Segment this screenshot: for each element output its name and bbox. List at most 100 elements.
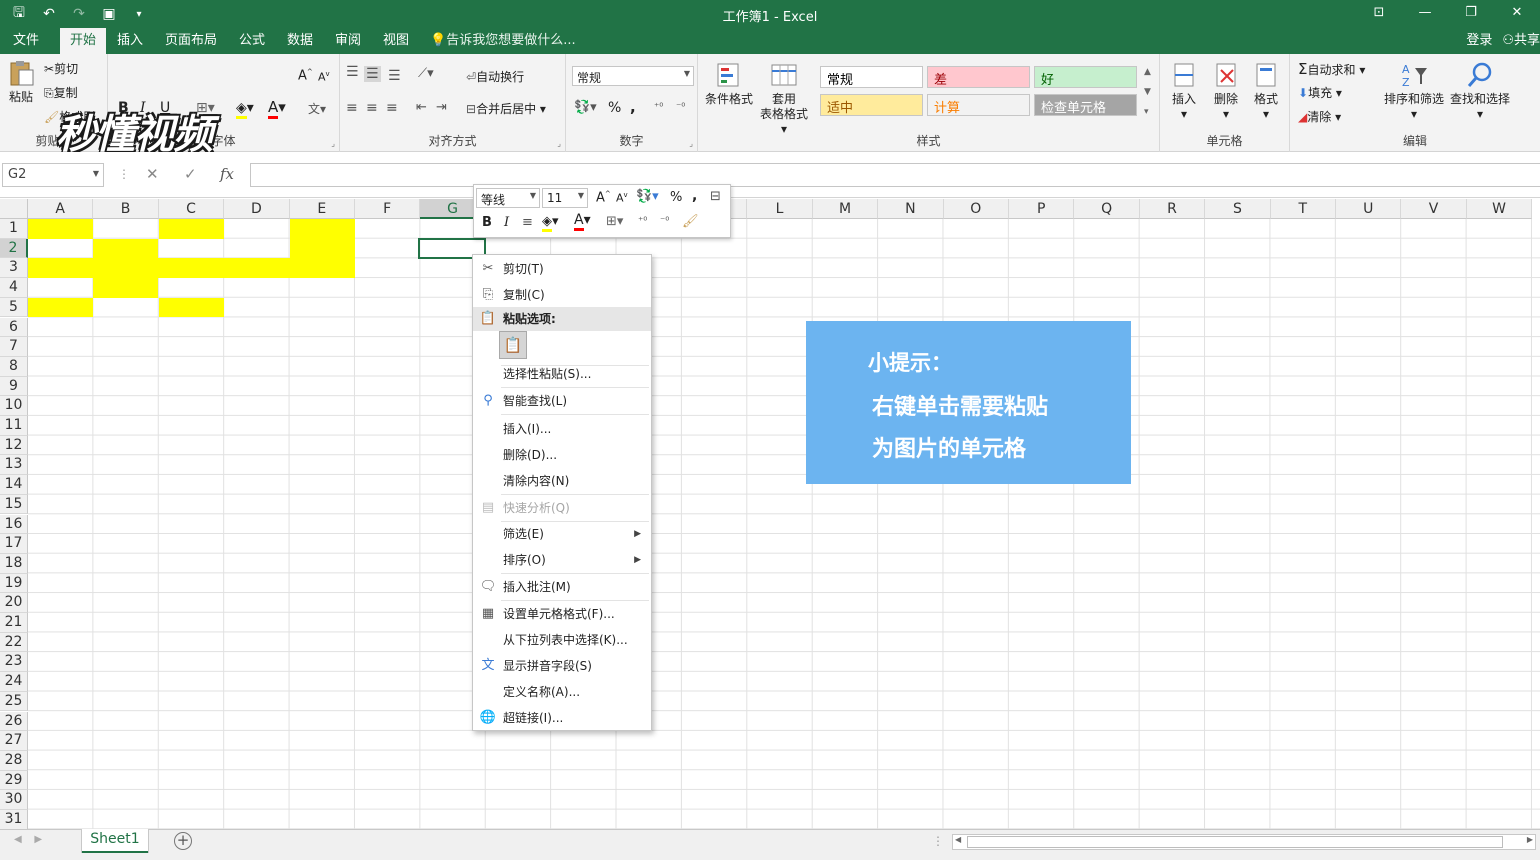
scroll-left-icon[interactable]: ◀	[955, 835, 961, 844]
align-center-icon[interactable]: ≡	[366, 100, 378, 116]
column-header-N[interactable]: N	[878, 199, 944, 219]
tab-view[interactable]: 视图	[376, 28, 416, 54]
copy-button[interactable]: ⎘复制	[44, 84, 78, 101]
scroll-thumb[interactable]	[967, 836, 1503, 848]
conditional-format-button[interactable]: 条件格式	[702, 60, 756, 107]
mini-size-select[interactable]: 11 ▼	[542, 188, 588, 208]
style-calculation[interactable]: 计算	[927, 94, 1030, 116]
ribbon-display-icon[interactable]: ⊡	[1356, 0, 1402, 28]
fill-color-icon[interactable]: ◈▾	[542, 214, 559, 232]
menu-item-hyperlink[interactable]: 🌐 超链接(I)...	[473, 706, 651, 730]
insert-function-icon[interactable]: fx	[220, 165, 234, 183]
launcher-icon[interactable]: ⌟	[331, 139, 335, 148]
menu-item-sort[interactable]: 排序(O) ▶	[473, 548, 651, 572]
number-format-select[interactable]: 常规 ▼	[572, 66, 694, 86]
launcher-icon[interactable]: ⌟	[689, 139, 693, 148]
row-header-31[interactable]: 31	[0, 810, 28, 829]
column-header-A[interactable]: A	[28, 199, 94, 219]
share-button[interactable]: ⚇共享	[1502, 28, 1540, 54]
column-header-D[interactable]: D	[224, 199, 290, 219]
column-header-C[interactable]: C	[158, 199, 225, 219]
find-select-button[interactable]: 查找和选择 ▾	[1448, 60, 1512, 122]
menu-item-define-name[interactable]: 定义名称(A)...	[473, 680, 651, 704]
filled-cell-C5[interactable]	[158, 297, 224, 318]
tab-page-layout[interactable]: 页面布局	[160, 28, 222, 54]
cut-button[interactable]: ✂剪切	[44, 60, 78, 77]
row-header-14[interactable]: 14	[0, 475, 28, 495]
enter-icon[interactable]: ✓	[184, 165, 197, 183]
row-header-5[interactable]: 5	[0, 297, 28, 318]
menu-item-phonetic[interactable]: 文显示拼音字段(S)	[473, 654, 651, 678]
increase-decimal-icon[interactable]: ⁺⁰	[638, 216, 647, 227]
row-header-27[interactable]: 27	[0, 731, 28, 751]
column-header-M[interactable]: M	[812, 199, 879, 219]
percent-button[interactable]: %	[608, 100, 621, 116]
mini-font-select[interactable]: 等线 ▼	[476, 188, 540, 208]
column-header-E[interactable]: E	[289, 199, 355, 219]
row-header-6[interactable]: 6	[0, 317, 28, 338]
tab-formulas[interactable]: 公式	[232, 28, 272, 54]
align-center-icon[interactable]: ≡	[522, 215, 533, 230]
menu-item-smart-lookup[interactable]: ⚲ 智能查找(L)	[473, 389, 651, 413]
clear-button[interactable]: ◢清除 ▾	[1298, 108, 1341, 125]
column-header-L[interactable]: L	[747, 199, 813, 219]
filled-cell-C1[interactable]	[158, 219, 224, 239]
row-header-7[interactable]: 7	[0, 337, 28, 357]
horizontal-scrollbar[interactable]: ◀ ▶	[952, 834, 1536, 850]
formula-input[interactable]	[250, 163, 1540, 187]
row-header-26[interactable]: 26	[0, 711, 28, 732]
row-header-24[interactable]: 24	[0, 672, 28, 692]
row-header-1[interactable]: 1	[0, 219, 28, 239]
row-header-9[interactable]: 9	[0, 376, 28, 397]
cancel-icon[interactable]: ✕	[146, 165, 159, 183]
add-sheet-icon[interactable]: +	[174, 832, 192, 850]
row-header-11[interactable]: 11	[0, 416, 28, 436]
menu-item-pick-from-list[interactable]: 从下拉列表中选择(K)...	[473, 628, 651, 652]
fill-color-icon[interactable]: ◈▾	[236, 100, 254, 119]
bottom-align-icon[interactable]: ☰	[388, 68, 401, 84]
mini-italic-button[interactable]: I	[504, 215, 509, 230]
filled-cell-A1[interactable]	[28, 219, 93, 239]
menu-item-delete[interactable]: 删除(D)...	[473, 443, 651, 467]
column-header-R[interactable]: R	[1139, 199, 1206, 219]
shrink-font-icon[interactable]: Av	[318, 70, 330, 84]
style-good[interactable]: 好	[1034, 66, 1137, 88]
close-icon[interactable]: ✕	[1494, 0, 1540, 28]
menu-item-format-cells[interactable]: ▦ 设置单元格格式(F)...	[473, 602, 651, 626]
column-header-U[interactable]: U	[1336, 199, 1402, 219]
styles-scroll[interactable]: ▲ ▼ ▾	[1144, 62, 1151, 122]
menu-item-clear-contents[interactable]: 清除内容(N)	[473, 469, 651, 493]
minimize-icon[interactable]: —	[1402, 0, 1448, 28]
font-color-icon[interactable]: A▾	[574, 212, 591, 231]
increase-decimal-icon[interactable]: ⁺⁰	[654, 102, 663, 113]
delete-cells-button[interactable]: 删除 ▾	[1208, 60, 1244, 122]
row-header-18[interactable]: 18	[0, 553, 28, 574]
row-header-2[interactable]: 2	[0, 238, 28, 259]
row-header-12[interactable]: 12	[0, 435, 28, 456]
tab-split-handle[interactable]: ⋮	[932, 834, 944, 848]
top-align-icon[interactable]: ☰	[346, 64, 359, 80]
row-header-23[interactable]: 23	[0, 652, 28, 673]
sort-filter-button[interactable]: AZ 排序和筛选 ▾	[1382, 60, 1446, 122]
row-header-17[interactable]: 17	[0, 534, 28, 554]
column-header-W[interactable]: W	[1466, 199, 1533, 219]
row-header-8[interactable]: 8	[0, 356, 28, 377]
style-check-cell[interactable]: 检查单元格	[1034, 94, 1137, 116]
filled-cell-A5[interactable]	[28, 297, 93, 318]
worksheet-grid[interactable]: ABCDEFGHIJKLMNOPQRSTUVW 1234567891011121…	[0, 199, 1540, 829]
format-cells-button[interactable]: 格式 ▾	[1248, 60, 1284, 122]
menu-item-copy[interactable]: ⎘ 复制(C)	[473, 283, 651, 307]
column-header-V[interactable]: V	[1401, 199, 1467, 219]
mini-bold-button[interactable]: B	[482, 215, 492, 230]
menu-item-insert[interactable]: 插入(I)...	[473, 417, 651, 441]
paste-button[interactable]: 粘贴	[4, 58, 38, 105]
restore-icon[interactable]: ❐	[1448, 0, 1494, 28]
paste-option-button[interactable]: 📋	[499, 331, 527, 359]
increase-indent-icon[interactable]: ⇥	[436, 100, 447, 115]
grow-font-icon[interactable]: A^	[298, 68, 313, 83]
row-header-3[interactable]: 3	[0, 258, 28, 279]
tab-file[interactable]: 文件	[4, 28, 48, 54]
row-header-4[interactable]: 4	[0, 278, 28, 298]
brush-icon[interactable]: 🖌	[682, 214, 699, 229]
filled-cell-B4[interactable]	[93, 278, 159, 298]
